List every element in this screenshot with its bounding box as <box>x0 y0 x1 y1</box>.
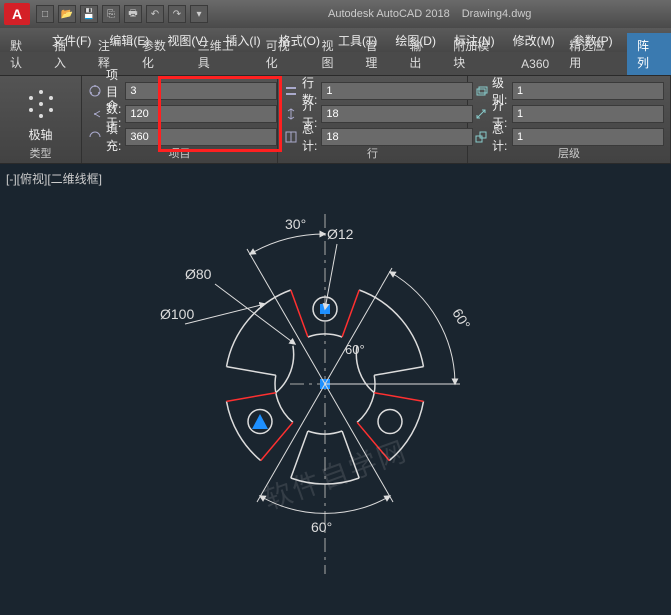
panel-rows: 行数: 介于: 总计: 行 <box>278 76 468 163</box>
dim-angle-60-top: 60° <box>345 342 365 357</box>
app-logo[interactable]: A <box>4 3 30 25</box>
levels-total-icon <box>474 130 488 144</box>
tab-visualize[interactable]: 可视化 <box>256 33 312 75</box>
dim-d80: Ø80 <box>185 266 212 282</box>
ribbon: 极轴 类型 项目数: 介于: 填充: 项目 行数: 介于: <box>0 76 671 164</box>
tab-featured[interactable]: 精选应用 <box>559 33 627 75</box>
polar-array-icon[interactable] <box>21 84 61 124</box>
qat-save-icon[interactable]: 💾 <box>80 5 98 23</box>
tab-view[interactable]: 视图 <box>311 33 355 75</box>
dim-d12: Ø12 <box>327 226 354 242</box>
rows-total-icon <box>284 130 298 144</box>
tab-array[interactable]: 阵列 <box>627 33 671 75</box>
items-fill-input[interactable] <box>125 128 277 146</box>
tab-default[interactable]: 默认 <box>0 33 44 75</box>
tab-parametric[interactable]: 参数化 <box>132 33 188 75</box>
qat-new-icon[interactable]: □ <box>36 5 54 23</box>
levels-count-input[interactable] <box>512 82 664 100</box>
qat-redo-icon[interactable]: ↷ <box>168 5 186 23</box>
dim-angle-60-bottom: 60° <box>311 519 332 535</box>
rows-between-input[interactable] <box>321 105 473 123</box>
rows-between-icon <box>284 107 298 121</box>
dim-angle-60-right: 60° <box>449 306 473 332</box>
app-name: Autodesk AutoCAD 2018 <box>328 8 450 20</box>
tab-3dtools[interactable]: 三维工具 <box>188 33 256 75</box>
qat-saveas-icon[interactable]: ⎘ <box>102 5 120 23</box>
panel-type: 极轴 类型 <box>0 76 82 163</box>
levels-total-input[interactable] <box>512 128 664 146</box>
rows-total-input[interactable] <box>321 128 473 146</box>
menu-modify[interactable]: 修改(M) <box>505 29 563 52</box>
tab-insert[interactable]: 插入 <box>44 33 88 75</box>
qat-plot-icon[interactable]: 🖶 <box>124 5 142 23</box>
polar-array-label: 极轴 <box>28 126 52 143</box>
tab-a360[interactable]: A360 <box>511 53 559 75</box>
dim-angle-30: 30° <box>285 216 306 232</box>
items-count-icon <box>88 84 102 98</box>
dim-d100: Ø100 <box>160 306 194 322</box>
items-count-input[interactable] <box>125 82 277 100</box>
panel-levels-title: 层级 <box>468 145 670 161</box>
items-between-icon <box>88 107 102 121</box>
panel-items-title: 项目 <box>82 145 277 161</box>
levels-between-icon <box>474 107 488 121</box>
drawing-canvas[interactable]: [-][俯视][二维线框] <box>0 164 671 615</box>
quick-access-toolbar: □ 📂 💾 ⎘ 🖶 ↶ ↷ ▾ <box>36 5 208 23</box>
items-fill-icon <box>88 130 102 144</box>
titlebar: A □ 📂 💾 ⎘ 🖶 ↶ ↷ ▾ Autodesk AutoCAD 2018 … <box>0 0 671 28</box>
tab-output[interactable]: 输出 <box>399 33 443 75</box>
model-drawing: 30° Ø12 Ø80 Ø100 60° 60° 60° <box>0 164 671 615</box>
qat-undo-icon[interactable]: ↶ <box>146 5 164 23</box>
panel-items: 项目数: 介于: 填充: 项目 <box>82 76 278 163</box>
levels-between-input[interactable] <box>512 105 664 123</box>
panel-levels: 级别: 介于: 总计: 层级 <box>468 76 671 163</box>
levels-count-icon <box>474 84 488 98</box>
tab-addins[interactable]: 附加模块 <box>443 33 511 75</box>
rows-count-icon <box>284 84 298 98</box>
ribbon-tabs: 默认 插入 注释 参数化 三维工具 可视化 视图 管理 输出 附加模块 A360… <box>0 52 671 76</box>
panel-rows-title: 行 <box>278 145 467 161</box>
panel-type-title: 类型 <box>0 145 81 161</box>
items-between-input[interactable] <box>125 105 277 123</box>
rows-count-input[interactable] <box>321 82 473 100</box>
qat-dropdown-icon[interactable]: ▾ <box>190 5 208 23</box>
file-name: Drawing4.dwg <box>462 8 532 20</box>
tab-manage[interactable]: 管理 <box>355 33 399 75</box>
qat-open-icon[interactable]: 📂 <box>58 5 76 23</box>
